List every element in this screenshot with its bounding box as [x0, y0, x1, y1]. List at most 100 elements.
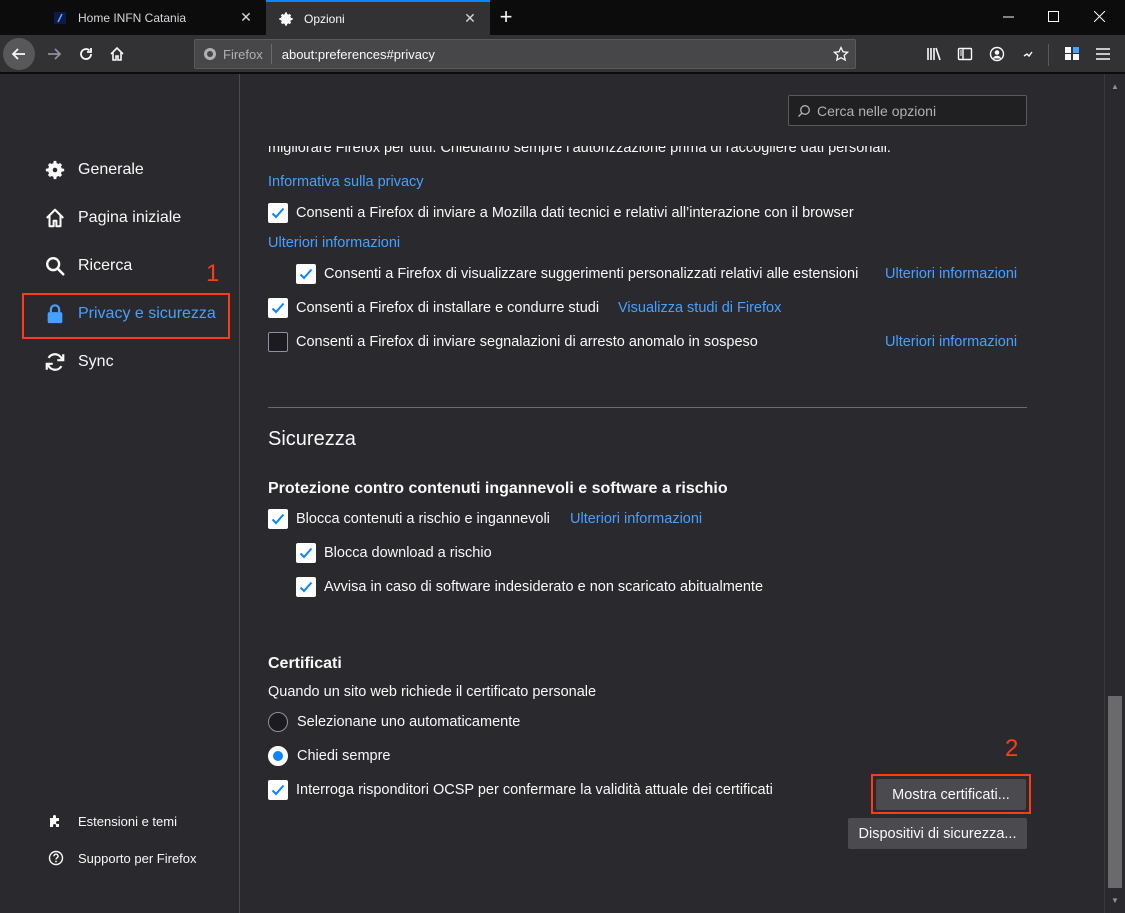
extension-icon[interactable]: [1012, 38, 1044, 70]
url-bar[interactable]: Firefox about:preferences#privacy: [194, 39, 856, 69]
telemetry-learn-more-link[interactable]: Ulteriori informazioni: [268, 235, 400, 251]
maximize-icon[interactable]: [1030, 0, 1076, 32]
categories-sidebar: Generale Pagina iniziale Ricerca Privacy…: [0, 74, 240, 913]
sidebar-link-addons[interactable]: Estensioni e temi: [48, 810, 177, 832]
ocsp-checkbox[interactable]: [268, 780, 288, 800]
firefox-logo-icon: [204, 48, 216, 60]
sidebar-link-label: Supporto per Firefox: [78, 850, 197, 866]
recommendations-learn-more-link[interactable]: Ulteriori informazioni: [885, 266, 1017, 282]
studies-checkbox[interactable]: [268, 298, 288, 318]
sidebar-item-label: Ricerca: [78, 257, 133, 274]
sidebar-item-label: Pagina iniziale: [78, 209, 182, 226]
identity-box[interactable]: Firefox: [195, 44, 272, 64]
gear-icon: [278, 11, 294, 27]
scrollbar-thumb[interactable]: [1108, 696, 1122, 888]
search-placeholder: Cerca nelle opzioni: [817, 102, 937, 119]
scroll-down-arrow-icon[interactable]: ▼: [1105, 892, 1125, 909]
preferences-page: Generale Pagina iniziale Ricerca Privacy…: [0, 74, 1125, 913]
sidebar-item-label: Generale: [78, 161, 144, 178]
checkmark-icon: [299, 268, 313, 280]
security-heading: Sicurezza: [268, 428, 356, 450]
sync-icon: [45, 353, 65, 371]
crash-reports-checkbox[interactable]: [268, 332, 288, 352]
auto-select-label: Selezionane uno automaticamente: [297, 714, 521, 730]
block-dangerous-label: Blocca contenuti a rischio e ingannevoli: [296, 511, 550, 527]
checkmark-icon: [271, 513, 285, 525]
data-collection-description: migliorare Firefox per tutti. Chiediamo …: [268, 146, 891, 156]
home-icon: [46, 208, 64, 228]
checkmark-icon: [271, 207, 285, 219]
sidebar-link-label: Estensioni e temi: [78, 813, 177, 829]
checkmark-icon: [271, 784, 285, 796]
ask-every-time-label: Chiedi sempre: [297, 748, 391, 764]
account-icon[interactable]: [981, 38, 1013, 70]
identity-label: Firefox: [223, 46, 263, 62]
library-icon[interactable]: [918, 38, 950, 70]
sidebar-icon[interactable]: [949, 38, 981, 70]
telemetry-checkbox[interactable]: [268, 203, 288, 223]
warn-unwanted-label: Avvisa in caso di software indesiderato …: [324, 579, 764, 595]
search-icon: [798, 104, 810, 117]
studies-label: Consenti a Firefox di installare e condu…: [296, 300, 600, 316]
recommendations-label: Consenti a Firefox di visualizzare sugge…: [324, 266, 859, 282]
page-scrollbar[interactable]: ▲ ▼: [1104, 74, 1125, 913]
sidebar-item-sync[interactable]: Sync: [44, 347, 114, 377]
sidebar-item-label: Sync: [78, 353, 114, 370]
security-devices-button[interactable]: Dispositivi di sicurezza...: [848, 818, 1027, 849]
certificates-description: Quando un sito web richiede il certifica…: [268, 684, 597, 700]
close-window-icon[interactable]: [1076, 0, 1122, 32]
block-downloads-label: Blocca download a rischio: [324, 545, 492, 561]
annotation-number-2: 2: [1005, 735, 1019, 762]
sidebar-item-home[interactable]: Pagina iniziale: [44, 203, 181, 233]
checkmark-icon: [271, 302, 285, 314]
nav-bar: Firefox about:preferences#privacy: [0, 35, 1125, 73]
crash-reports-label: Consenti a Firefox di inviare segnalazio…: [296, 334, 758, 350]
help-icon: [48, 850, 64, 866]
recommendations-checkbox[interactable]: [296, 264, 316, 284]
back-button[interactable]: [3, 38, 35, 70]
close-tab-icon[interactable]: ✕: [460, 9, 480, 29]
gear-icon: [45, 160, 65, 180]
checkmark-icon: [299, 581, 313, 593]
crash-reports-learn-more-link[interactable]: Ulteriori informazioni: [885, 334, 1017, 350]
tab-opzioni[interactable]: Opzioni ✕: [266, 0, 490, 35]
block-downloads-checkbox[interactable]: [296, 543, 316, 563]
annotation-highlight-view-certificates: [871, 774, 1031, 814]
telemetry-label: Consenti a Firefox di inviare a Mozilla …: [296, 205, 854, 221]
sidebar-link-support[interactable]: Supporto per Firefox: [48, 847, 197, 869]
sidebar-item-general[interactable]: Generale: [44, 155, 144, 185]
checkmark-icon: [299, 547, 313, 559]
minimize-icon[interactable]: [985, 0, 1031, 32]
search-input[interactable]: Cerca nelle opzioni: [788, 95, 1027, 126]
home-button[interactable]: [101, 38, 133, 70]
warn-unwanted-checkbox[interactable]: [296, 577, 316, 597]
puzzle-icon: [50, 815, 59, 827]
section-divider: [268, 407, 1027, 408]
new-tab-button[interactable]: +: [492, 3, 520, 31]
view-studies-link[interactable]: Visualizza studi di Firefox: [618, 300, 781, 316]
forward-button[interactable]: [38, 38, 70, 70]
toolbar-separator: [1048, 44, 1049, 66]
hamburger-menu-icon[interactable]: [1087, 38, 1119, 70]
sidebar-item-search[interactable]: Ricerca: [44, 251, 132, 281]
block-dangerous-learn-more-link[interactable]: Ulteriori informazioni: [570, 511, 702, 527]
url-text[interactable]: about:preferences#privacy: [272, 47, 827, 62]
bookmark-star-icon[interactable]: [827, 46, 855, 62]
protection-heading: Protezione contro contenuti ingannevoli …: [268, 480, 728, 497]
annotation-highlight-privacy: [22, 293, 230, 339]
auto-select-radio[interactable]: [268, 712, 288, 732]
tab-home-infn[interactable]: Home INFN Catania ✕: [40, 0, 266, 35]
annotation-number-1: 1: [206, 260, 220, 287]
tab-title: Opzioni: [304, 11, 345, 26]
close-tab-icon[interactable]: ✕: [236, 8, 256, 28]
privacy-notice-link[interactable]: Informativa sulla privacy: [268, 174, 424, 190]
reload-button[interactable]: [70, 38, 102, 70]
ocsp-label: Interroga risponditori OCSP per conferma…: [296, 782, 773, 798]
infn-favicon-icon: [52, 10, 68, 26]
ask-every-time-radio[interactable]: [268, 746, 288, 766]
block-dangerous-checkbox[interactable]: [268, 509, 288, 529]
scroll-up-arrow-icon[interactable]: ▲: [1105, 78, 1125, 95]
multi-account-containers-icon[interactable]: [1056, 38, 1088, 70]
tab-strip: Home INFN Catania ✕ Opzioni ✕ +: [0, 0, 1125, 35]
certificates-heading: Certificati: [268, 655, 342, 672]
